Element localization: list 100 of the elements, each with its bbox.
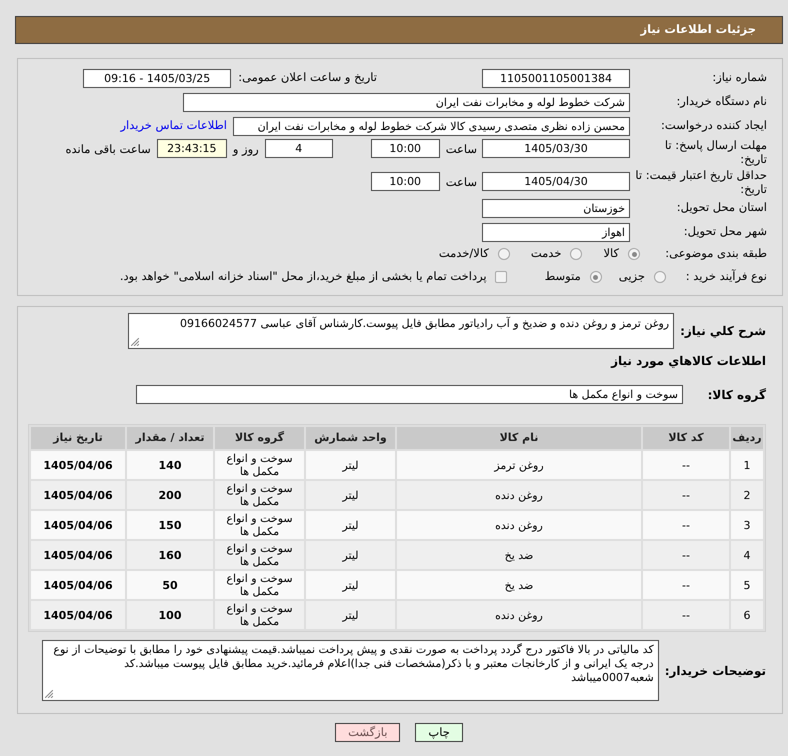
need-number-field[interactable]: 1105001105001384: [482, 68, 630, 88]
radio-button[interactable]: [654, 271, 666, 283]
resize-grip-icon[interactable]: [44, 690, 53, 698]
radio-button[interactable]: [590, 271, 602, 283]
table-cell: 150: [127, 511, 213, 539]
table-cell: 1405/04/06: [31, 601, 125, 629]
field-label: حداقل تاریخ اعتبار قیمت: تا تاریخ:: [634, 168, 767, 196]
table-cell: 5: [731, 571, 763, 599]
announce-date-field[interactable]: 1405/03/25 - 09:16: [83, 68, 232, 88]
radio-label: کالا/خدمت: [438, 245, 489, 262]
field-label: تاریخ و ساعت اعلان عمومی:: [238, 69, 377, 86]
field-label: روز و: [232, 141, 259, 158]
radio-label: کالا: [603, 245, 619, 262]
radio-label: جزیی: [618, 268, 645, 286]
table-cell: لیتر: [306, 511, 395, 539]
column-header: کد کالا: [643, 427, 729, 449]
table-cell: 6: [731, 601, 763, 629]
field-label: طبقه بندی موضوعی:: [664, 245, 767, 262]
radio-label: متوسط: [544, 268, 581, 286]
field-label: استان محل تحویل:: [676, 199, 767, 216]
table-cell: 200: [127, 481, 213, 509]
deadline-date-field[interactable]: 1405/03/30: [482, 139, 630, 158]
field-label: شماره نیاز:: [711, 69, 767, 86]
table-cell: روغن دنده: [397, 601, 641, 629]
table-cell: 100: [127, 601, 213, 629]
province-field[interactable]: خوزستان: [482, 198, 630, 218]
table-cell: 1405/04/06: [31, 481, 125, 509]
column-header: تاریخ نیاز: [31, 427, 125, 449]
table-cell: --: [643, 571, 729, 599]
description-textarea[interactable]: روغن ترمز و روغن دنده و ضدیخ و آب رادیاتور مطابق فایل پیوست.کارشناس آقای عباسی 09166024577: [128, 313, 674, 349]
field-label: مهلت ارسال پاسخ: تا تاریخ:: [664, 138, 767, 166]
column-header: نام کالا: [397, 427, 641, 449]
days-field[interactable]: 4: [264, 139, 333, 158]
deadline-time-field[interactable]: 10:00: [370, 139, 440, 158]
validity-time-field[interactable]: 10:00: [370, 172, 440, 191]
column-header: تعداد / مقدار: [127, 427, 213, 449]
field-label: ساعت باقی مانده: [66, 141, 151, 158]
table-cell: 160: [127, 541, 213, 569]
table-cell: 1405/04/06: [31, 571, 125, 599]
table-cell: ضد یخ: [397, 571, 641, 599]
table-cell: روغن ترمز: [397, 451, 641, 479]
radio-button[interactable]: [498, 248, 510, 260]
table-cell: سوخت و انواع مکمل ها: [215, 511, 304, 539]
print-button[interactable]: چاپ: [415, 723, 463, 742]
field-label: ساعت: [446, 174, 477, 191]
section-title: اطلاعات کالاهاي مورد نياز: [611, 353, 766, 370]
radio-button[interactable]: [628, 248, 640, 260]
table-cell: لیتر: [306, 571, 395, 599]
table-cell: روغن دنده: [397, 511, 641, 539]
page-title: جزئیات اطلاعات نیاز: [640, 21, 756, 38]
buyer-contact-link[interactable]: اطلاعات تماس خریدار: [120, 117, 227, 135]
field-label: ساعت: [446, 141, 477, 158]
table-cell: 2: [731, 481, 763, 509]
table-cell: --: [643, 601, 729, 629]
table-cell: لیتر: [306, 601, 395, 629]
table-cell: لیتر: [306, 451, 395, 479]
radio-button[interactable]: [570, 248, 582, 260]
radio-label: خدمت: [530, 245, 562, 262]
field-label: نام دستگاه خریدار:: [675, 93, 767, 110]
table-cell: سوخت و انواع مکمل ها: [215, 571, 304, 599]
table-cell: سوخت و انواع مکمل ها: [215, 541, 304, 569]
validity-date-field[interactable]: 1405/04/30: [482, 172, 630, 191]
table-cell: 140: [127, 451, 213, 479]
table-cell: --: [643, 541, 729, 569]
resize-grip-icon[interactable]: [131, 338, 140, 346]
table-cell: 3: [731, 511, 763, 539]
table-cell: روغن دنده: [397, 481, 641, 509]
remaining-time-field[interactable]: 23:43:15: [156, 139, 227, 158]
field-label: ایجاد کننده درخواست:: [660, 117, 767, 134]
column-header: ردیف: [731, 427, 763, 449]
field-label: گروه کالا:: [706, 386, 766, 404]
table-cell: ضد یخ: [397, 541, 641, 569]
buyer-org-field[interactable]: شرکت خطوط لوله و مخابرات نفت ایران: [183, 92, 630, 112]
column-header: واحد شمارش: [306, 427, 395, 449]
table-cell: 50: [127, 571, 213, 599]
city-field[interactable]: اهواز: [482, 222, 630, 242]
column-header: گروه کالا: [215, 427, 304, 449]
field-label: توضیحات خریدار:: [664, 662, 766, 680]
table-cell: --: [643, 481, 729, 509]
requester-field[interactable]: محسن زاده نظری متصدی رسیدی کالا شرکت خطوط لوله و مخابرات نفت ایران: [233, 116, 630, 136]
table-cell: 1405/04/06: [31, 511, 125, 539]
checkbox-label: پرداخت تمام یا بخشی از مبلغ خرید،از محل "اسناد خزانه اسلامی" خواهد بود.: [120, 268, 487, 286]
checkbox[interactable]: [494, 271, 507, 283]
field-label: شهر محل تحویل:: [682, 223, 767, 240]
field-label: نوع فرآیند خرید :: [684, 268, 767, 286]
table-cell: لیتر: [306, 541, 395, 569]
table-cell: 4: [731, 541, 763, 569]
table-cell: 1: [731, 451, 763, 479]
table-cell: سوخت و انواع مکمل ها: [215, 481, 304, 509]
table-cell: سوخت و انواع مکمل ها: [215, 451, 304, 479]
table-cell: 1405/04/06: [31, 541, 125, 569]
back-button[interactable]: بازگشت: [335, 723, 400, 742]
table-cell: --: [643, 511, 729, 539]
table-cell: سوخت و انواع مکمل ها: [215, 601, 304, 629]
table-cell: لیتر: [306, 481, 395, 509]
goods-group-field[interactable]: سوخت و انواع مکمل ها: [136, 385, 683, 404]
table-cell: --: [643, 451, 729, 479]
table-cell: 1405/04/06: [31, 451, 125, 479]
field-label: شرح کلي نياز:: [680, 323, 766, 340]
notes-textarea[interactable]: کد مالیاتی در بالا فاکتور درج گردد پرداخت به صورت نقدی و پیش پرداخت نمیباشد.قیمت پیشنهادی خود را مطابق با توضیحات از نوع درجه یک ایرانی و از کارخانجات معتبر و با ذکر(مشخصات فنی جدا)اعلام فرمائید.خرید مطابق فایل پیوست میباشد.کد شعبه0007میباشد: [42, 640, 659, 701]
